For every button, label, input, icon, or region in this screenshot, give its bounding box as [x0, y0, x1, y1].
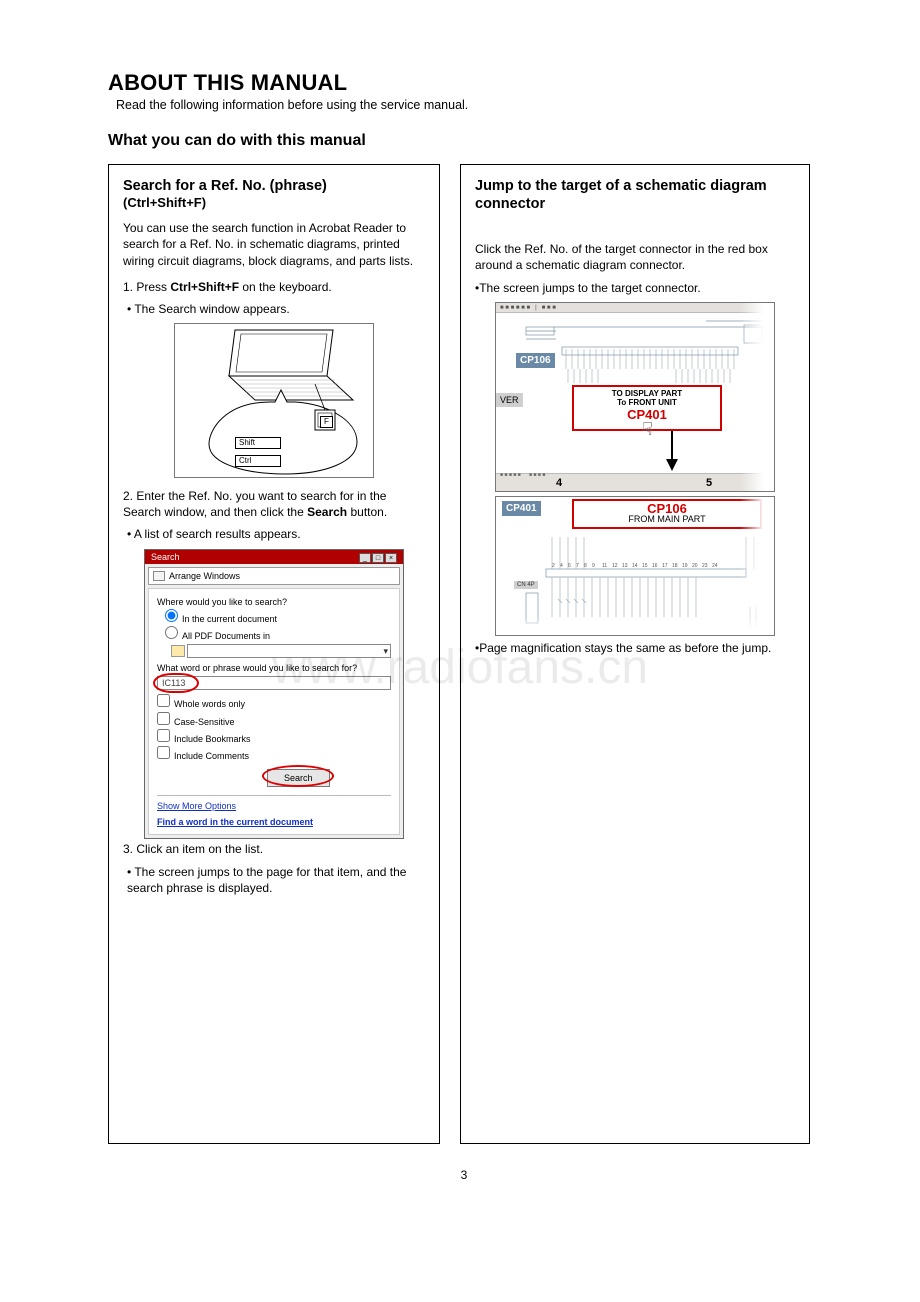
key-shift: Shift [235, 437, 281, 449]
folder-select[interactable] [171, 644, 391, 658]
num-5: 5 [706, 476, 712, 491]
svg-text:20: 20 [692, 563, 698, 569]
cursor-icon: ☟ [642, 417, 653, 441]
left-desc: You can use the search function in Acrob… [123, 220, 425, 269]
page-number: 3 [108, 1168, 820, 1182]
svg-text:18: 18 [672, 563, 678, 569]
schematic-top: ■ ■ ■ ■ ■ ■ | ■ ■ ■ [495, 302, 775, 492]
close-icon[interactable]: × [385, 553, 397, 563]
schematic-bottom: CP401 CP106 FROM MAIN PART 2467891112131… [495, 496, 775, 636]
svg-text:15: 15 [642, 563, 648, 569]
svg-text:16: 16 [652, 563, 658, 569]
check-bookmarks[interactable]: Include Bookmarks [157, 729, 391, 745]
svg-text:19: 19 [682, 563, 688, 569]
svg-text:24: 24 [712, 563, 718, 569]
what-question: What word or phrase would you like to se… [157, 662, 391, 674]
folder-icon [171, 645, 185, 657]
check-case[interactable]: Case-Sensitive [157, 712, 391, 728]
search-window: Search _□× Arrange Windows Where would y… [144, 549, 404, 840]
svg-text:8: 8 [584, 563, 587, 569]
svg-text:14: 14 [632, 563, 638, 569]
radio-all-pdfs-input[interactable] [165, 626, 178, 639]
search-window-title: Search [151, 551, 180, 563]
radio-current-doc[interactable]: In the current document [165, 609, 391, 625]
svg-text:11: 11 [602, 563, 607, 569]
check-comments[interactable]: Include Comments [157, 746, 391, 762]
svg-text:13: 13 [622, 563, 628, 569]
window-buttons[interactable]: _□× [358, 551, 397, 563]
svg-text:7: 7 [576, 563, 579, 569]
num-4: 4 [556, 476, 562, 491]
section-heading: What you can do with this manual [108, 132, 820, 150]
search-window-titlebar: Search _□× [145, 550, 403, 564]
check-case-input[interactable] [157, 712, 170, 725]
step3-sub: • The screen jumps to the page for that … [127, 864, 425, 896]
maximize-icon[interactable]: □ [372, 553, 384, 563]
laptop-illustration: F Shift Ctrl [174, 323, 374, 478]
check-whole-words[interactable]: Whole words only [157, 694, 391, 710]
radio-current-doc-input[interactable] [165, 609, 178, 622]
arrange-icon [153, 571, 165, 581]
right-desc-sub: •The screen jumps to the target connecto… [475, 280, 795, 296]
minimize-icon[interactable]: _ [359, 553, 371, 563]
arrange-windows-row[interactable]: Arrange Windows [148, 567, 400, 585]
check-whole-input[interactable] [157, 694, 170, 707]
svg-text:12: 12 [612, 563, 618, 569]
intro-text: Read the following information before us… [116, 98, 820, 112]
step1: 1. Press Ctrl+Shift+F on the keyboard. [123, 279, 425, 295]
label-cp106: CP106 [516, 353, 555, 369]
svg-text:6: 6 [568, 563, 571, 569]
right-desc: Click the Ref. No. of the target connect… [475, 241, 795, 273]
svg-text:17: 17 [662, 563, 668, 569]
svg-text:4: 4 [560, 563, 563, 569]
check-cm-input[interactable] [157, 746, 170, 759]
svg-text:9: 9 [592, 563, 595, 569]
search-input[interactable] [157, 676, 391, 690]
arrange-label: Arrange Windows [169, 570, 240, 582]
to-display-2: To FRONT UNIT [574, 399, 720, 408]
radio-all-pdfs[interactable]: All PDF Documents in [165, 626, 391, 642]
step3: 3. Click an item on the list. [123, 841, 425, 857]
search-button[interactable]: Search [267, 769, 330, 787]
svg-text:23: 23 [702, 563, 708, 569]
key-ctrl: Ctrl [235, 455, 281, 467]
find-word-link[interactable]: Find a word in the current document [157, 816, 391, 828]
right-note: •Page magnification stays the same as be… [475, 640, 795, 656]
right-heading: Jump to the target of a schematic diagra… [475, 177, 795, 213]
check-bm-input[interactable] [157, 729, 170, 742]
key-f: F [320, 416, 333, 428]
left-panel: Search for a Ref. No. (phrase) (Ctrl+Shi… [108, 164, 440, 1144]
show-more-link[interactable]: Show More Options [157, 800, 391, 812]
step2: 2. Enter the Ref. No. you want to search… [123, 488, 425, 520]
where-question: Where would you like to search? [157, 596, 391, 608]
svg-text:2: 2 [552, 563, 555, 569]
left-shortcut: (Ctrl+Shift+F) [123, 195, 425, 210]
folder-dropdown[interactable] [187, 644, 391, 658]
step2-sub: • A list of search results appears. [127, 526, 425, 542]
label-ver: VER [496, 393, 523, 407]
page-title: ABOUT THIS MANUAL [108, 70, 820, 96]
right-panel: Jump to the target of a schematic diagra… [460, 164, 810, 1144]
step1-sub: • The Search window appears. [127, 301, 425, 317]
left-heading: Search for a Ref. No. (phrase) [123, 177, 425, 195]
